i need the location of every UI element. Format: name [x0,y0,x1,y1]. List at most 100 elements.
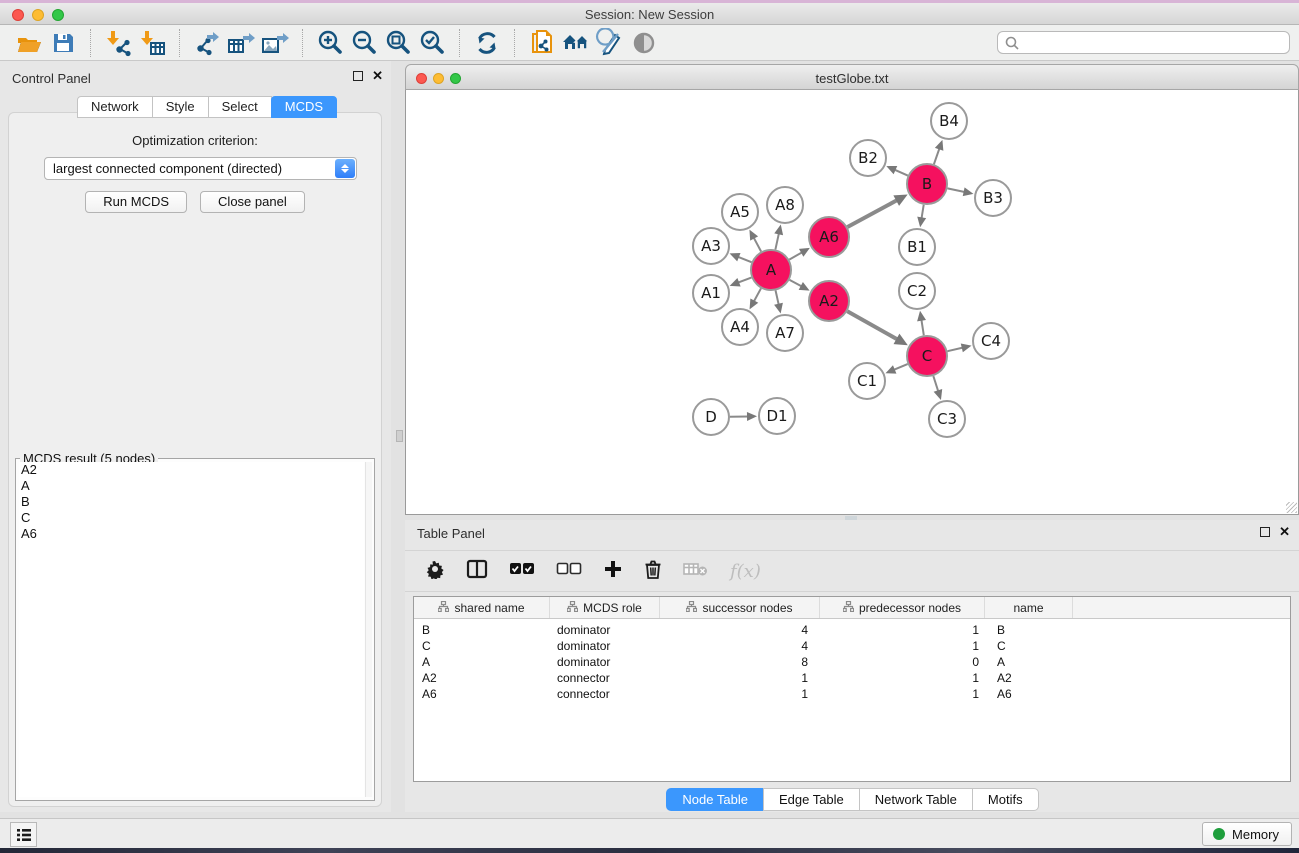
table-options-gear-icon[interactable] [425,559,445,584]
import-network-icon[interactable] [101,27,135,59]
zoom-in-icon[interactable] [313,27,347,59]
network-window-titlebar[interactable]: testGlobe.txt [405,64,1299,90]
graph-edge-A-A1[interactable] [738,278,751,283]
open-session-icon[interactable] [12,27,46,59]
graph-edge-A-A2[interactable] [790,280,802,286]
task-history-button[interactable] [10,822,37,847]
apply-layout-icon[interactable] [470,27,504,59]
mcds-result-item[interactable]: A6 [19,526,364,542]
close-panel-button[interactable]: Close panel [200,191,305,213]
table-cell[interactable]: connector [550,686,660,702]
table-row[interactable]: Bdominator41B [414,622,1290,638]
table-cell[interactable]: dominator [550,638,660,654]
network-canvas[interactable]: B4B2BB3A8A5A6A3B1AC2A1A2A4A7C4CC1DD1C3 [405,90,1299,515]
table-cell[interactable]: A2 [414,670,550,686]
table-row[interactable]: Cdominator41C [414,638,1290,654]
graph-edge-C-C4[interactable] [947,348,962,352]
table-cell[interactable]: A [414,654,550,670]
graph-edge-A6-B[interactable] [847,200,897,227]
tab-network[interactable]: Network [77,96,153,118]
table-cell[interactable]: A6 [414,686,550,702]
float-panel-icon[interactable] [353,71,363,81]
graph-edge-A-A6[interactable] [789,252,802,259]
save-session-icon[interactable] [46,27,80,59]
pen-disabled-icon[interactable] [593,27,627,59]
graph-edge-B-B1[interactable] [922,205,924,219]
table-cell[interactable]: 4 [660,638,820,654]
table-cell[interactable]: B [985,622,1073,638]
export-table-icon[interactable] [224,27,258,59]
mcds-result-scrollbar[interactable] [365,462,372,797]
table-row[interactable]: A2connector11A2 [414,670,1290,686]
table-cell[interactable]: C [985,638,1073,654]
tab-select[interactable]: Select [208,96,272,118]
column-header-name[interactable]: name [985,597,1073,618]
vertical-split-handle[interactable] [396,430,403,442]
network-document-icon[interactable] [525,27,559,59]
deselect-all-columns-icon[interactable] [556,562,582,581]
run-mcds-button[interactable]: Run MCDS [85,191,187,213]
column-header-MCDS-role[interactable]: MCDS role [550,597,660,618]
table-cell[interactable]: 1 [820,638,985,654]
table-cell[interactable]: connector [550,670,660,686]
column-header-shared-name[interactable]: shared name [414,597,550,618]
column-header-predecessor-nodes[interactable]: predecessor nodes [820,597,985,618]
tab-network-table[interactable]: Network Table [859,788,973,811]
graph-edge-C-C3[interactable] [933,376,938,391]
delete-columns-icon[interactable] [644,559,662,584]
table-row[interactable]: Adominator80A [414,654,1290,670]
zoom-fit-icon[interactable] [381,27,415,59]
close-table-panel-icon[interactable]: ✕ [1279,527,1290,537]
table-cell[interactable]: 1 [660,686,820,702]
table-cell[interactable]: 0 [820,654,985,670]
memory-button[interactable]: Memory [1202,822,1292,846]
mcds-result-item[interactable]: A2 [19,462,364,478]
search-input[interactable] [997,31,1290,54]
table-cell[interactable]: A [985,654,1073,670]
float-table-panel-icon[interactable] [1260,527,1270,537]
tab-node-table[interactable]: Node Table [666,788,764,811]
graph-edge-A-A3[interactable] [738,257,752,262]
graph-edge-A-A7[interactable] [776,290,779,304]
tab-style[interactable]: Style [152,96,209,118]
tab-mcds[interactable]: MCDS [271,96,337,118]
resize-grip-icon[interactable] [1286,502,1297,513]
select-all-columns-icon[interactable] [509,562,535,581]
graph-edge-B-B4[interactable] [934,148,940,164]
export-image-icon[interactable] [258,27,292,59]
table-cell[interactable]: 1 [660,670,820,686]
graph-edge-A-A4[interactable] [754,288,761,301]
criterion-select[interactable]: largest connected component (directed) [44,157,357,180]
graph-edge-A2-C[interactable] [847,311,897,339]
zoom-out-icon[interactable] [347,27,381,59]
tab-motifs[interactable]: Motifs [972,788,1039,811]
import-table-icon[interactable] [135,27,169,59]
delete-table-icon[interactable] [683,561,709,582]
table-cell[interactable]: 8 [660,654,820,670]
graph-edge-B-B2[interactable] [895,170,908,176]
mcds-result-item[interactable]: C [19,510,364,526]
mcds-result-item[interactable]: B [19,494,364,510]
tab-edge-table[interactable]: Edge Table [763,788,860,811]
table-cell[interactable]: dominator [550,654,660,670]
show-graphics-details-icon[interactable] [627,27,661,59]
table-cell[interactable]: 1 [820,622,985,638]
graph-edge-C-C2[interactable] [921,320,923,336]
close-panel-icon[interactable]: ✕ [372,71,383,81]
mcds-result-item[interactable]: A [19,478,364,494]
create-column-icon[interactable] [603,559,623,584]
table-cell[interactable]: A2 [985,670,1073,686]
show-columns-icon[interactable] [466,559,488,584]
table-cell[interactable]: 1 [820,670,985,686]
table-row[interactable]: A6connector11A6 [414,686,1290,702]
graph-edge-A-A5[interactable] [754,238,761,252]
table-cell[interactable]: 1 [820,686,985,702]
column-header-successor-nodes[interactable]: successor nodes [660,597,820,618]
graph-edge-C-C1[interactable] [894,364,908,370]
table-cell[interactable]: A6 [985,686,1073,702]
zoom-selected-icon[interactable] [415,27,449,59]
graph-edge-A-A8[interactable] [775,233,778,249]
export-network-icon[interactable] [190,27,224,59]
table-cell[interactable]: dominator [550,622,660,638]
table-cell[interactable]: C [414,638,550,654]
